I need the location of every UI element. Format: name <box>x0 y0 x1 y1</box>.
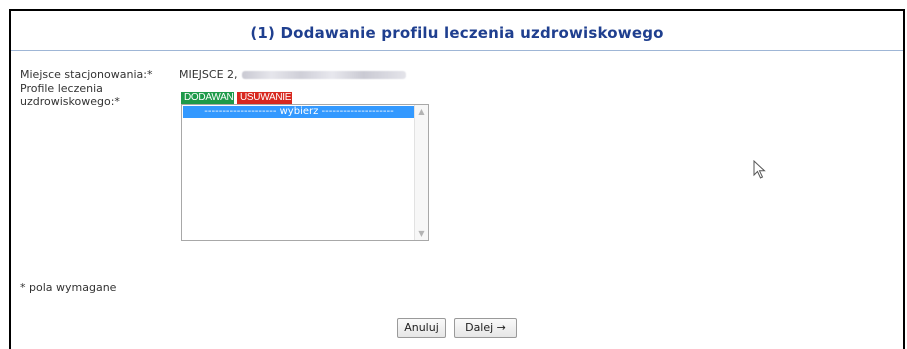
listbox-option-placeholder[interactable]: -------------------- wybierz -----------… <box>183 106 415 118</box>
remove-mode-button[interactable]: USUWANIE <box>237 92 292 104</box>
location-value: MIEJSCE 2, <box>179 68 406 81</box>
profiles-listbox[interactable]: -------------------- wybierz -----------… <box>181 104 429 241</box>
profiles-label: Profile leczenia uzdrowiskowego:* <box>20 82 120 108</box>
scroll-down-arrow-icon[interactable]: ▼ <box>415 227 428 240</box>
scroll-up-arrow-icon[interactable]: ▲ <box>415 105 428 118</box>
profiles-label-line1: Profile leczenia <box>20 82 103 95</box>
redacted-address <box>241 71 406 79</box>
page-title: (1) Dodawanie profilu leczenia uzdrowisk… <box>250 24 664 42</box>
title-divider <box>11 50 903 51</box>
profiles-label-line2: uzdrowiskowego:* <box>20 95 120 108</box>
form-panel: (1) Dodawanie profilu leczenia uzdrowisk… <box>9 9 905 349</box>
mouse-pointer-icon <box>753 160 766 179</box>
cancel-button[interactable]: Anuluj <box>397 318 446 338</box>
location-label: Miejsce stacjonowania:* <box>20 68 153 81</box>
location-value-text: MIEJSCE 2, <box>179 68 238 81</box>
listbox-scrollbar[interactable]: ▲ ▼ <box>414 105 428 240</box>
add-mode-button[interactable]: DODAWANIE <box>181 92 243 104</box>
required-fields-note: * pola wymagane <box>20 281 117 294</box>
next-button[interactable]: Dalej → <box>454 318 517 338</box>
